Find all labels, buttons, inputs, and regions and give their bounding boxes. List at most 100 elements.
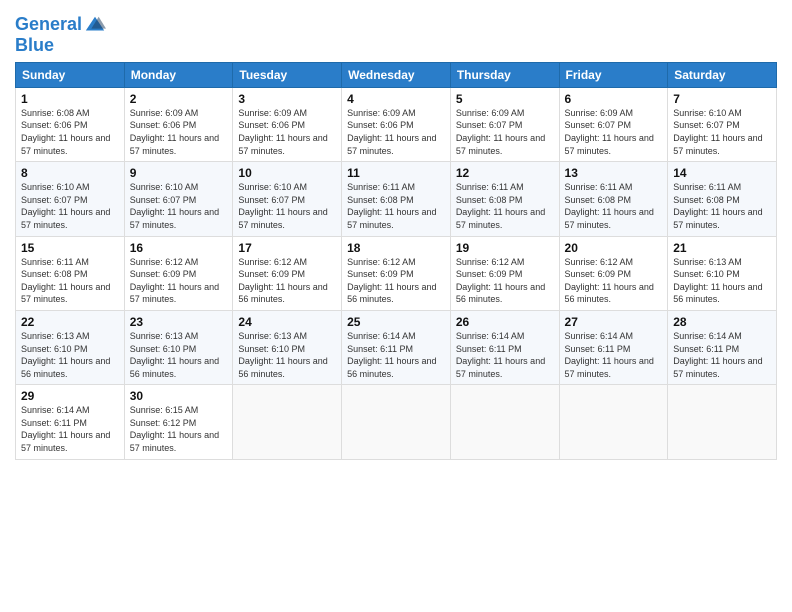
day-number: 6	[565, 92, 663, 106]
day-number: 24	[238, 315, 336, 329]
day-info: Sunrise: 6:10 AM Sunset: 6:07 PM Dayligh…	[673, 107, 771, 157]
calendar-cell: 19 Sunrise: 6:12 AM Sunset: 6:09 PM Dayl…	[450, 236, 559, 310]
day-number: 11	[347, 166, 445, 180]
calendar-cell: 8 Sunrise: 6:10 AM Sunset: 6:07 PM Dayli…	[16, 162, 125, 236]
calendar-cell: 11 Sunrise: 6:11 AM Sunset: 6:08 PM Dayl…	[342, 162, 451, 236]
calendar-cell: 2 Sunrise: 6:09 AM Sunset: 6:06 PM Dayli…	[124, 87, 233, 161]
logo-icon	[84, 14, 106, 36]
calendar-cell	[668, 385, 777, 459]
day-number: 21	[673, 241, 771, 255]
day-info: Sunrise: 6:13 AM Sunset: 6:10 PM Dayligh…	[130, 330, 228, 380]
day-info: Sunrise: 6:13 AM Sunset: 6:10 PM Dayligh…	[238, 330, 336, 380]
logo-text2: Blue	[15, 36, 106, 56]
day-number: 13	[565, 166, 663, 180]
calendar-cell: 5 Sunrise: 6:09 AM Sunset: 6:07 PM Dayli…	[450, 87, 559, 161]
page: General Blue SundayMondayTuesdayWednesda…	[0, 0, 792, 612]
day-info: Sunrise: 6:13 AM Sunset: 6:10 PM Dayligh…	[21, 330, 119, 380]
day-number: 28	[673, 315, 771, 329]
day-info: Sunrise: 6:09 AM Sunset: 6:06 PM Dayligh…	[347, 107, 445, 157]
day-info: Sunrise: 6:09 AM Sunset: 6:07 PM Dayligh…	[565, 107, 663, 157]
calendar-cell: 15 Sunrise: 6:11 AM Sunset: 6:08 PM Dayl…	[16, 236, 125, 310]
calendar-week-2: 8 Sunrise: 6:10 AM Sunset: 6:07 PM Dayli…	[16, 162, 777, 236]
calendar-cell: 30 Sunrise: 6:15 AM Sunset: 6:12 PM Dayl…	[124, 385, 233, 459]
calendar-cell: 14 Sunrise: 6:11 AM Sunset: 6:08 PM Dayl…	[668, 162, 777, 236]
day-number: 17	[238, 241, 336, 255]
calendar-cell: 29 Sunrise: 6:14 AM Sunset: 6:11 PM Dayl…	[16, 385, 125, 459]
calendar-cell: 16 Sunrise: 6:12 AM Sunset: 6:09 PM Dayl…	[124, 236, 233, 310]
day-number: 7	[673, 92, 771, 106]
day-number: 18	[347, 241, 445, 255]
calendar-header-row: SundayMondayTuesdayWednesdayThursdayFrid…	[16, 62, 777, 87]
day-info: Sunrise: 6:09 AM Sunset: 6:07 PM Dayligh…	[456, 107, 554, 157]
calendar-week-5: 29 Sunrise: 6:14 AM Sunset: 6:11 PM Dayl…	[16, 385, 777, 459]
col-header-friday: Friday	[559, 62, 668, 87]
calendar-cell: 1 Sunrise: 6:08 AM Sunset: 6:06 PM Dayli…	[16, 87, 125, 161]
calendar-cell: 6 Sunrise: 6:09 AM Sunset: 6:07 PM Dayli…	[559, 87, 668, 161]
col-header-thursday: Thursday	[450, 62, 559, 87]
day-number: 2	[130, 92, 228, 106]
day-info: Sunrise: 6:08 AM Sunset: 6:06 PM Dayligh…	[21, 107, 119, 157]
day-info: Sunrise: 6:14 AM Sunset: 6:11 PM Dayligh…	[347, 330, 445, 380]
day-number: 26	[456, 315, 554, 329]
day-info: Sunrise: 6:12 AM Sunset: 6:09 PM Dayligh…	[130, 256, 228, 306]
calendar-cell: 12 Sunrise: 6:11 AM Sunset: 6:08 PM Dayl…	[450, 162, 559, 236]
calendar-cell	[233, 385, 342, 459]
calendar-week-1: 1 Sunrise: 6:08 AM Sunset: 6:06 PM Dayli…	[16, 87, 777, 161]
day-info: Sunrise: 6:10 AM Sunset: 6:07 PM Dayligh…	[130, 181, 228, 231]
calendar-cell: 18 Sunrise: 6:12 AM Sunset: 6:09 PM Dayl…	[342, 236, 451, 310]
calendar-cell: 22 Sunrise: 6:13 AM Sunset: 6:10 PM Dayl…	[16, 310, 125, 384]
day-number: 5	[456, 92, 554, 106]
calendar-cell: 23 Sunrise: 6:13 AM Sunset: 6:10 PM Dayl…	[124, 310, 233, 384]
calendar-cell: 27 Sunrise: 6:14 AM Sunset: 6:11 PM Dayl…	[559, 310, 668, 384]
calendar-cell: 17 Sunrise: 6:12 AM Sunset: 6:09 PM Dayl…	[233, 236, 342, 310]
day-info: Sunrise: 6:14 AM Sunset: 6:11 PM Dayligh…	[673, 330, 771, 380]
calendar-cell	[559, 385, 668, 459]
day-info: Sunrise: 6:11 AM Sunset: 6:08 PM Dayligh…	[347, 181, 445, 231]
calendar-cell: 25 Sunrise: 6:14 AM Sunset: 6:11 PM Dayl…	[342, 310, 451, 384]
col-header-wednesday: Wednesday	[342, 62, 451, 87]
day-number: 4	[347, 92, 445, 106]
day-info: Sunrise: 6:15 AM Sunset: 6:12 PM Dayligh…	[130, 404, 228, 454]
calendar-cell: 10 Sunrise: 6:10 AM Sunset: 6:07 PM Dayl…	[233, 162, 342, 236]
day-info: Sunrise: 6:11 AM Sunset: 6:08 PM Dayligh…	[565, 181, 663, 231]
day-info: Sunrise: 6:12 AM Sunset: 6:09 PM Dayligh…	[456, 256, 554, 306]
day-number: 12	[456, 166, 554, 180]
day-info: Sunrise: 6:12 AM Sunset: 6:09 PM Dayligh…	[238, 256, 336, 306]
day-number: 16	[130, 241, 228, 255]
day-number: 10	[238, 166, 336, 180]
calendar-cell: 3 Sunrise: 6:09 AM Sunset: 6:06 PM Dayli…	[233, 87, 342, 161]
day-number: 3	[238, 92, 336, 106]
calendar-cell: 26 Sunrise: 6:14 AM Sunset: 6:11 PM Dayl…	[450, 310, 559, 384]
day-info: Sunrise: 6:11 AM Sunset: 6:08 PM Dayligh…	[673, 181, 771, 231]
calendar-cell: 4 Sunrise: 6:09 AM Sunset: 6:06 PM Dayli…	[342, 87, 451, 161]
day-number: 30	[130, 389, 228, 403]
day-number: 1	[21, 92, 119, 106]
header: General Blue	[15, 10, 777, 56]
day-number: 27	[565, 315, 663, 329]
calendar-cell: 20 Sunrise: 6:12 AM Sunset: 6:09 PM Dayl…	[559, 236, 668, 310]
calendar-cell	[450, 385, 559, 459]
day-info: Sunrise: 6:12 AM Sunset: 6:09 PM Dayligh…	[565, 256, 663, 306]
day-number: 9	[130, 166, 228, 180]
calendar-cell: 13 Sunrise: 6:11 AM Sunset: 6:08 PM Dayl…	[559, 162, 668, 236]
calendar-cell: 21 Sunrise: 6:13 AM Sunset: 6:10 PM Dayl…	[668, 236, 777, 310]
day-info: Sunrise: 6:14 AM Sunset: 6:11 PM Dayligh…	[21, 404, 119, 454]
day-number: 23	[130, 315, 228, 329]
col-header-sunday: Sunday	[16, 62, 125, 87]
calendar-cell: 28 Sunrise: 6:14 AM Sunset: 6:11 PM Dayl…	[668, 310, 777, 384]
day-number: 29	[21, 389, 119, 403]
logo: General Blue	[15, 14, 106, 56]
day-info: Sunrise: 6:10 AM Sunset: 6:07 PM Dayligh…	[21, 181, 119, 231]
calendar: SundayMondayTuesdayWednesdayThursdayFrid…	[15, 62, 777, 460]
calendar-cell: 24 Sunrise: 6:13 AM Sunset: 6:10 PM Dayl…	[233, 310, 342, 384]
day-info: Sunrise: 6:11 AM Sunset: 6:08 PM Dayligh…	[21, 256, 119, 306]
day-info: Sunrise: 6:14 AM Sunset: 6:11 PM Dayligh…	[456, 330, 554, 380]
logo-text: General	[15, 15, 82, 35]
day-info: Sunrise: 6:09 AM Sunset: 6:06 PM Dayligh…	[238, 107, 336, 157]
col-header-monday: Monday	[124, 62, 233, 87]
day-info: Sunrise: 6:14 AM Sunset: 6:11 PM Dayligh…	[565, 330, 663, 380]
col-header-tuesday: Tuesday	[233, 62, 342, 87]
day-info: Sunrise: 6:09 AM Sunset: 6:06 PM Dayligh…	[130, 107, 228, 157]
calendar-week-3: 15 Sunrise: 6:11 AM Sunset: 6:08 PM Dayl…	[16, 236, 777, 310]
day-info: Sunrise: 6:13 AM Sunset: 6:10 PM Dayligh…	[673, 256, 771, 306]
